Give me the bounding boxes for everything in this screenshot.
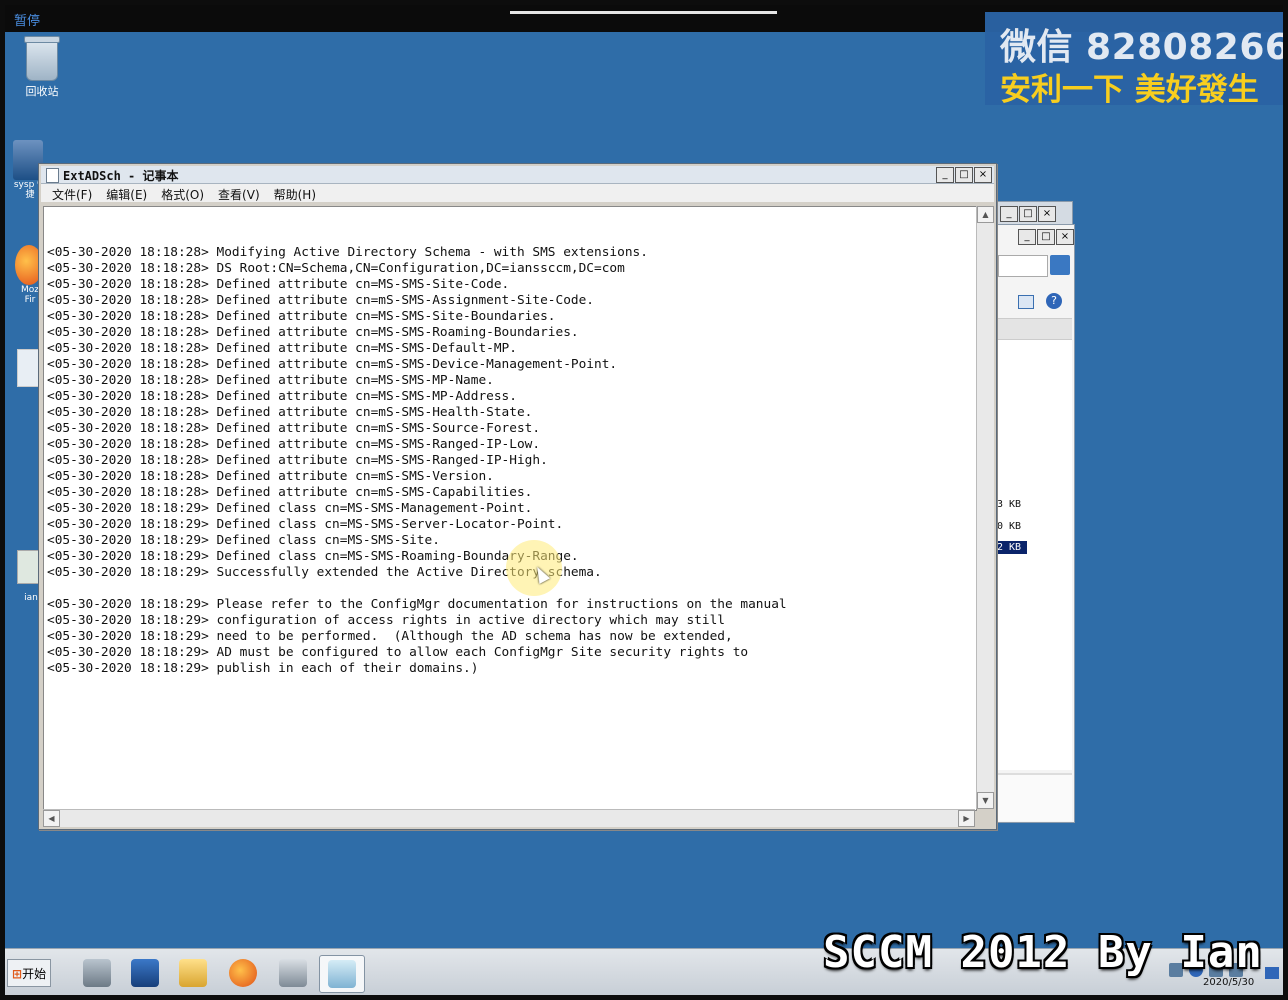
menu-view[interactable]: 查看(V) — [213, 184, 265, 202]
clock-date[interactable]: 2020/5/30 — [1203, 977, 1254, 988]
start-label: 开始 — [22, 967, 47, 981]
taskbar-notepad[interactable] — [319, 955, 365, 993]
search-input[interactable] — [998, 255, 1048, 277]
vertical-scrollbar[interactable]: ▲ ▼ — [976, 206, 994, 809]
taskbar-server-manager[interactable] — [75, 955, 119, 991]
text-line: <05-30-2020 18:18:29> Please refer to th… — [47, 597, 787, 612]
pane-icon[interactable] — [1018, 295, 1034, 309]
text-line: <05-30-2020 18:18:28> DS Root:CN=Schema,… — [47, 261, 625, 276]
text-line: <05-30-2020 18:18:28> Modifying Active D… — [47, 245, 648, 260]
text-line: <05-30-2020 18:18:28> Defined attribute … — [47, 277, 510, 292]
progress-slider[interactable] — [510, 11, 777, 14]
maximize-button[interactable]: □ — [1019, 206, 1037, 222]
text-line: <05-30-2020 18:18:28> Defined attribute … — [47, 405, 533, 420]
file-size: 3 KB — [997, 499, 1022, 510]
minimize-button[interactable]: _ — [936, 167, 954, 183]
window-title: ExtADSch - 记事本 — [63, 169, 179, 183]
scroll-right-icon[interactable]: ▶ — [958, 810, 975, 827]
text-line: <05-30-2020 18:18:28> Defined attribute … — [47, 453, 548, 468]
show-desktop-icon[interactable] — [1265, 967, 1279, 979]
taskbar-firefox[interactable] — [221, 955, 265, 991]
menu-edit[interactable]: 编辑(E) — [101, 184, 152, 202]
maximize-button[interactable]: □ — [955, 167, 973, 183]
desktop-icon-label: 回收站 — [25, 85, 59, 98]
pause-button[interactable]: 暂停 — [14, 10, 40, 29]
text-line: <05-30-2020 18:18:28> Defined attribute … — [47, 373, 494, 388]
text-area[interactable]: <05-30-2020 18:18:28> Modifying Active D… — [43, 206, 977, 811]
screen: 暂停 微信 82808266 安利一下 美好發生 回收站 sysp 快捷 Moz… — [5, 5, 1283, 995]
file-list — [996, 340, 1072, 770]
text-line: <05-30-2020 18:18:28> Defined attribute … — [47, 293, 595, 308]
close-button[interactable]: × — [974, 167, 992, 183]
menu-file[interactable]: 文件(F) — [47, 184, 97, 202]
minimize-button[interactable]: _ — [1000, 206, 1018, 222]
text-line: <05-30-2020 18:18:28> Defined attribute … — [47, 421, 541, 436]
menu-bar: 文件(F) 编辑(E) 格式(O) 查看(V) 帮助(H) — [41, 184, 994, 202]
desktop-icon-label: ian — [24, 593, 38, 603]
column-header[interactable] — [996, 318, 1072, 340]
recycle-bin-icon — [24, 36, 60, 81]
server-manager-icon — [83, 959, 111, 987]
text-line: <05-30-2020 18:18:28> Defined attribute … — [47, 309, 556, 324]
text-line: <05-30-2020 18:18:28> Defined attribute … — [47, 437, 541, 452]
windows-flag-icon: ⊞ — [12, 967, 23, 981]
title-bar[interactable]: ExtADSch - 记事本 _ □ × — [41, 166, 994, 184]
text-line: <05-30-2020 18:18:29> need to be perform… — [47, 629, 733, 644]
taskbar-explorer[interactable] — [171, 955, 215, 991]
desktop-icon-recycle-bin[interactable]: 回收站 — [17, 36, 67, 99]
notepad-window[interactable]: ExtADSch - 记事本 _ □ × 文件(F) 编辑(E) 格式(O) 查… — [38, 163, 997, 830]
notepad-icon — [328, 960, 356, 988]
status-bar — [996, 773, 1072, 821]
text-line: <05-30-2020 18:18:29> publish in each of… — [47, 661, 479, 676]
close-button[interactable]: × — [1038, 206, 1056, 222]
watermark-line1: 微信 82808266 — [1000, 27, 1283, 68]
search-icon[interactable] — [1050, 255, 1070, 275]
text-line: <05-30-2020 18:18:28> Defined attribute … — [47, 325, 579, 340]
text-line: <05-30-2020 18:18:29> configuration of a… — [47, 613, 725, 628]
start-button[interactable]: ⊞开始 — [7, 959, 51, 987]
notepad-icon — [46, 168, 59, 183]
help-icon[interactable]: ? — [1046, 293, 1062, 309]
taskbar-network[interactable] — [271, 955, 315, 991]
text-line: <05-30-2020 18:18:28> Defined attribute … — [47, 469, 494, 484]
minimize-button[interactable]: _ — [1018, 229, 1036, 245]
text-line: <05-30-2020 18:18:29> Defined class cn=M… — [47, 549, 579, 564]
text-line: <05-30-2020 18:18:29> Defined class cn=M… — [47, 517, 564, 532]
watermark: 微信 82808266 安利一下 美好發生 — [985, 12, 1283, 108]
scroll-up-icon[interactable]: ▲ — [977, 206, 994, 223]
close-button[interactable]: × — [1056, 229, 1074, 245]
network-icon — [279, 959, 307, 987]
text-line: <05-30-2020 18:18:28> Defined attribute … — [47, 389, 517, 404]
watermark-line2: 安利一下 美好發生 — [1000, 72, 1259, 108]
video-caption: SCCM 2012 By Ian — [823, 927, 1263, 978]
text-line: <05-30-2020 18:18:29> Defined class cn=M… — [47, 501, 533, 516]
menu-format[interactable]: 格式(O) — [156, 184, 209, 202]
taskbar-powershell[interactable] — [123, 955, 167, 991]
firefox-icon — [229, 959, 257, 987]
text-line: <05-30-2020 18:18:28> Defined attribute … — [47, 357, 618, 372]
file-size-selected[interactable]: 2 KB — [997, 541, 1027, 554]
powershell-icon — [131, 959, 159, 987]
horizontal-scrollbar[interactable]: ◀ ▶ — [43, 809, 975, 827]
text-line: <05-30-2020 18:18:29> Defined class cn=M… — [47, 533, 440, 548]
text-line: <05-30-2020 18:18:29> AD must be configu… — [47, 645, 749, 660]
menu-help[interactable]: 帮助(H) — [269, 184, 321, 202]
explorer-icon — [179, 959, 207, 987]
maximize-button[interactable]: □ — [1037, 229, 1055, 245]
scroll-down-icon[interactable]: ▼ — [977, 792, 994, 809]
scroll-left-icon[interactable]: ◀ — [43, 810, 60, 827]
file-size: 0 KB — [997, 521, 1022, 532]
text-line: <05-30-2020 18:18:28> Defined attribute … — [47, 341, 517, 356]
text-line: <05-30-2020 18:18:28> Defined attribute … — [47, 485, 533, 500]
